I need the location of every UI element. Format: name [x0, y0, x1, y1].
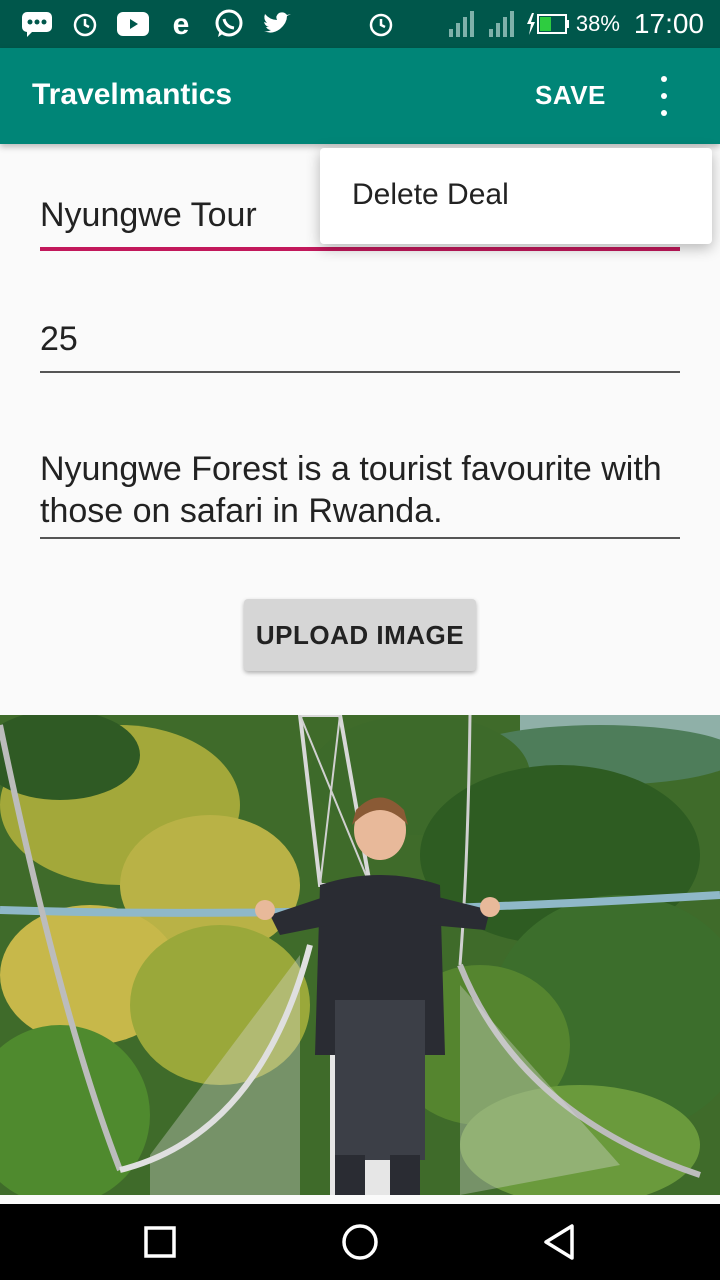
overflow-menu-icon[interactable]	[650, 72, 678, 120]
app-title: Travelmantics	[32, 78, 233, 111]
upload-image-button[interactable]: UPLOAD IMAGE	[244, 599, 476, 671]
battery-percent: 38%	[575, 11, 620, 36]
messages-icon	[20, 8, 54, 40]
status-indicators: 38% 17:00	[366, 0, 704, 48]
deal-image	[0, 710, 720, 1205]
battery-charging-icon	[526, 8, 570, 40]
deal-price-value: 25	[40, 320, 78, 358]
menu-item-delete-deal[interactable]: Delete Deal	[352, 178, 509, 212]
signal-icon	[446, 8, 476, 40]
back-icon[interactable]	[536, 1218, 584, 1266]
field-underline	[40, 371, 680, 373]
twitter-icon	[260, 8, 294, 40]
youtube-icon	[116, 8, 150, 40]
notification-icons: e	[20, 8, 308, 40]
field-underline	[40, 537, 680, 539]
whatsapp-icon	[212, 8, 246, 40]
wifi-icon	[406, 8, 436, 40]
deal-price-field[interactable]: 25	[40, 320, 680, 373]
clock: 17:00	[633, 8, 704, 39]
home-icon[interactable]	[336, 1218, 384, 1266]
overflow-menu: Delete Deal	[320, 148, 712, 244]
save-button[interactable]: SAVE	[535, 80, 606, 111]
field-underline-active	[40, 247, 680, 251]
app-bar: Travelmantics SAVE	[0, 48, 720, 144]
status-bar: e 38% 17:00	[0, 0, 720, 48]
navigation-bar	[0, 1204, 720, 1280]
browser-e-icon: e	[164, 8, 198, 40]
alarm-icon	[366, 8, 396, 40]
recents-icon[interactable]	[136, 1218, 184, 1266]
svg-text:e: e	[173, 9, 190, 39]
alarm-icon	[68, 8, 102, 40]
deal-description-field[interactable]: Nyungwe Forest is a tourist favourite wi…	[40, 448, 680, 539]
deal-description-value: Nyungwe Forest is a tourist favourite wi…	[40, 450, 662, 530]
signal-icon	[486, 8, 516, 40]
